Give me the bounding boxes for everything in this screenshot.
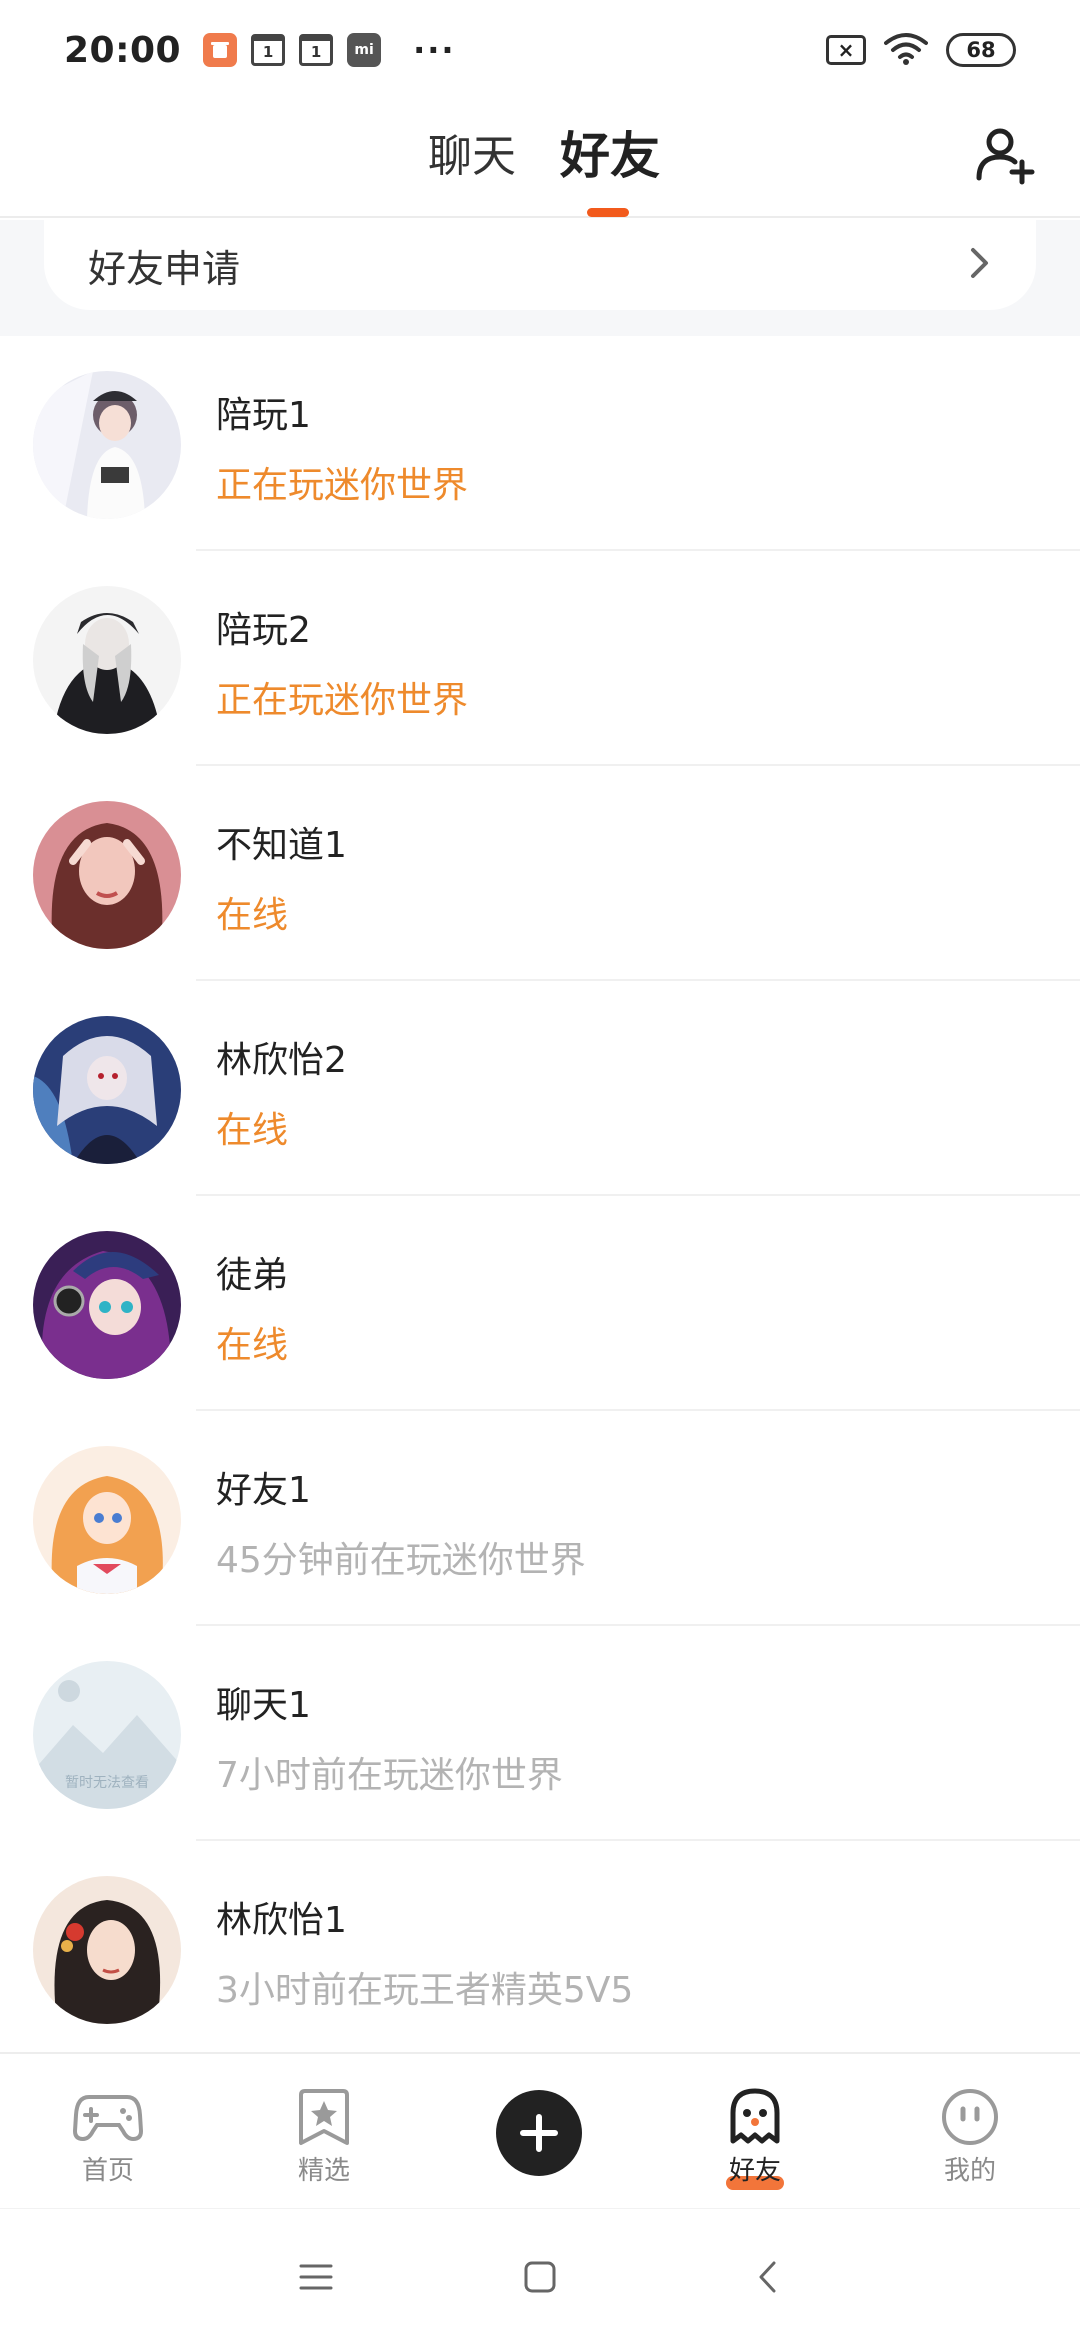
friend-request-label: 好友申请 [88, 246, 241, 291]
tab-friends[interactable]: 好友 [560, 116, 660, 188]
friend-list-item[interactable]: 徒弟 在线 [0, 1196, 1080, 1411]
square-icon [524, 2261, 556, 2293]
calendar-icon: 1 [251, 34, 286, 66]
tab-me-label: 我的 [943, 2156, 996, 2186]
friend-list-item[interactable]: 不知道1 在线 [0, 766, 1080, 981]
plus-icon [520, 2114, 558, 2152]
friend-status: 在线 [216, 1110, 289, 1151]
home-button[interactable] [510, 2247, 570, 2307]
friend-list-item[interactable]: 陪玩2 正在玩迷你世界 [0, 551, 1080, 766]
avatar[interactable] [33, 1446, 181, 1594]
avatar[interactable] [33, 1876, 181, 2024]
tab-me[interactable]: 我的 [890, 2054, 1050, 2210]
tab-friends-label: 好友 [728, 2156, 781, 2186]
friend-name: 徒弟 [216, 1255, 289, 1296]
recent-apps-button[interactable] [286, 2247, 346, 2307]
ghost-friends-icon [720, 2086, 790, 2148]
more-notifications-icon: ··· [413, 31, 456, 69]
add-friend-button[interactable] [970, 120, 1040, 190]
bottom-tab-bar: 首页 精选 好友 我的 [0, 2052, 1080, 2208]
friend-name: 好友1 [216, 1470, 311, 1511]
friend-list-item[interactable]: 陪玩1 正在玩迷你世界 [0, 336, 1080, 551]
active-tab-indicator [587, 208, 629, 217]
face-icon [935, 2086, 1005, 2148]
status-time: 20:00 [64, 29, 182, 71]
calendar-icon: 1 [299, 34, 334, 66]
wifi-icon [884, 31, 928, 69]
friend-status: 在线 [216, 895, 289, 936]
avatar[interactable]: 暂时无法查看 [33, 1661, 181, 1809]
tab-chat[interactable]: 聊天 [428, 120, 516, 184]
tab-home[interactable]: 首页 [28, 2054, 188, 2210]
friends-screen: 20:00 1 1 mi ··· × 68 聊天 好友 好友申请 陪玩1 正在玩… [0, 0, 1080, 2340]
system-status-icons: × 68 [826, 31, 1016, 69]
star-bookmark-icon [289, 2086, 359, 2148]
back-arrow-icon [759, 2261, 776, 2293]
add-user-icon [976, 128, 1035, 185]
friend-status: 正在玩迷你世界 [216, 680, 469, 721]
friend-name: 不知道1 [216, 825, 347, 866]
tab-home-label: 首页 [81, 2156, 134, 2186]
friend-status: 在线 [216, 1325, 289, 1366]
avatar[interactable] [33, 371, 181, 519]
no-sim-icon: × [826, 35, 866, 65]
avatar[interactable] [33, 1016, 181, 1164]
notification-icons: 1 1 mi ··· [203, 31, 455, 69]
avatar[interactable] [33, 801, 181, 949]
tab-featured[interactable]: 精选 [244, 2054, 404, 2210]
avatar[interactable] [33, 586, 181, 734]
app-notification-icon [203, 33, 238, 67]
friend-status: 45分钟前在玩迷你世界 [216, 1540, 586, 1581]
friend-name: 林欣怡2 [216, 1040, 347, 1081]
friend-name: 林欣怡1 [216, 1900, 347, 1941]
gamepad-icon [73, 2086, 143, 2148]
friend-list: 陪玩1 正在玩迷你世界 陪玩2 正在玩迷你世界 不知道1 在线 林欣怡2 在线 … [0, 336, 1080, 2056]
friend-status: 3小时前在玩王者精英5V5 [216, 1970, 634, 2011]
friend-name: 陪玩1 [216, 395, 311, 436]
create-button[interactable] [496, 2090, 582, 2176]
avatar-placeholder-text: 暂时无法查看 [65, 1775, 149, 1791]
friend-list-item[interactable]: 林欣怡2 在线 [0, 981, 1080, 1196]
chevron-right-icon [968, 245, 992, 285]
friend-request-row[interactable]: 好友申请 [44, 220, 1036, 310]
friend-name: 聊天1 [216, 1685, 311, 1726]
mi-store-icon: mi [347, 33, 382, 67]
system-navigation-bar [0, 2208, 1080, 2340]
friend-name: 陪玩2 [216, 610, 311, 651]
friend-status: 7小时前在玩迷你世界 [216, 1755, 563, 1796]
battery-indicator: 68 [946, 33, 1016, 67]
avatar[interactable] [33, 1231, 181, 1379]
top-tab-header: 聊天 好友 [0, 100, 1080, 218]
friend-list-item[interactable]: 林欣怡1 3小时前在玩王者精英5V5 [0, 1841, 1080, 2056]
friend-request-section: 好友申请 [0, 220, 1080, 336]
menu-icon [299, 2264, 333, 2290]
tab-featured-label: 精选 [297, 2156, 350, 2186]
status-bar: 20:00 1 1 mi ··· × 68 [0, 0, 1080, 100]
back-button[interactable] [738, 2247, 798, 2307]
friend-list-item[interactable]: 暂时无法查看 聊天1 7小时前在玩迷你世界 [0, 1626, 1080, 1841]
friend-status: 正在玩迷你世界 [216, 465, 469, 506]
friend-list-item[interactable]: 好友1 45分钟前在玩迷你世界 [0, 1411, 1080, 1626]
tab-friends-nav[interactable]: 好友 [675, 2054, 835, 2210]
